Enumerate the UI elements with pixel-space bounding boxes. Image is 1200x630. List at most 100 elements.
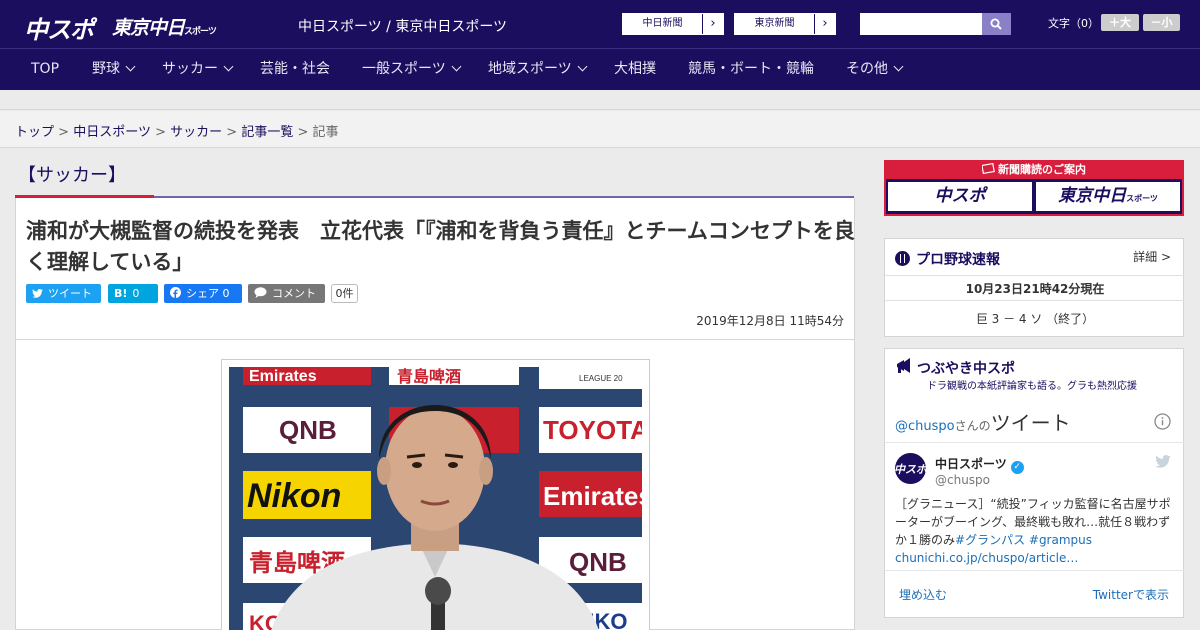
info-icon[interactable] [1154, 413, 1171, 430]
twitter-handle-link[interactable]: @chuspo [895, 419, 955, 434]
article-date: 2019年12月8日 11時54分 [696, 314, 844, 328]
hatena-bookmark-button[interactable]: B! 0 [108, 284, 158, 303]
backdrop-text: 青島啤酒 [397, 367, 461, 386]
nav-item-baseball[interactable]: 野球 [92, 49, 136, 91]
search-button[interactable] [982, 13, 1011, 35]
nav-item-label: 一般スポーツ [362, 61, 446, 77]
tokyo-shimbun-label: 東京新聞 [735, 14, 815, 34]
nav-item-label: 大相撲 [614, 61, 656, 77]
tokyo-shimbun-link[interactable]: 東京新聞 › [734, 13, 836, 35]
subscribe-tokyo-chunichi-small: スポーツ [1126, 194, 1158, 203]
twitter-widget-title: つぶやき中スポ [917, 361, 1015, 377]
divider [885, 275, 1185, 276]
chevron-down-icon [223, 61, 234, 72]
avatar-text: 中スポ [895, 463, 926, 476]
account-handle[interactable]: @chuspo [935, 473, 990, 487]
embed-link[interactable]: 埋め込む [899, 586, 947, 603]
subscription-promo-label: 新聞購読のご案内 [998, 163, 1086, 176]
tokyo-chunichi-logo-small: スポーツ [184, 27, 217, 37]
hatena-count: 0 [132, 287, 140, 300]
nav-item-label: 芸能・社会 [260, 61, 330, 77]
backdrop-text: Nikon [247, 477, 341, 515]
press-conference-photo: Emirates QNB Nikon 青島啤酒 KO 青島啤酒 TOYOTA E… [229, 367, 642, 630]
account-name-text: 中日スポーツ [935, 457, 1007, 471]
breadcrumb-separator: > [297, 125, 309, 140]
chunichi-shimbun-link[interactable]: 中日新聞 › [622, 13, 724, 35]
nav-item-top[interactable]: TOP [31, 49, 59, 91]
breadcrumb-separator: > [58, 125, 70, 140]
chevron-down-icon [125, 61, 136, 72]
baseball-timestamp: 10月23日21時42分現在 [965, 282, 1105, 296]
twitter-bird-icon [32, 284, 43, 303]
twitter-timeline-word: ツイート [990, 411, 1071, 435]
comment-button[interactable]: コメント [248, 284, 325, 303]
twitter-handle-suffix: さんの [954, 419, 991, 433]
breadcrumb-separator: > [155, 125, 166, 140]
subscription-promo: 新聞購読のご案内 中スポ 東京中日スポーツ [884, 160, 1184, 216]
divider [16, 339, 854, 340]
newspaper-icon [981, 162, 995, 175]
article-photo[interactable]: Emirates QNB Nikon 青島啤酒 KO 青島啤酒 TOYOTA E… [229, 367, 642, 630]
chunichi-shimbun-label: 中日新聞 [623, 14, 703, 34]
hatena-bookmark-icon: B! [114, 287, 128, 300]
tweet-url[interactable]: chunichi.co.jp/chuspo/article… [895, 551, 1078, 565]
nav-item-label: 競馬・ボート・競輪 [688, 61, 814, 77]
nav-item-other[interactable]: その他 [846, 49, 904, 91]
tweet-text: ［グラニュース］“続投”フィッカ監督に名古屋サポーターがブーイング、最終戦も敗れ… [895, 495, 1177, 567]
twitter-widget: つぶやき中スポ ドラ観戦の本紙評論家も語る。グラも熱烈応援 @chuspoさんの… [884, 348, 1185, 618]
breadcrumb-link-top[interactable]: トップ [15, 125, 54, 140]
chevron-right-icon: › [710, 16, 716, 31]
search-icon [990, 18, 1002, 30]
breadcrumb-link-chunichi-sports[interactable]: 中日スポーツ [73, 125, 151, 140]
facebook-icon [170, 284, 181, 303]
view-on-twitter-link[interactable]: Twitterで表示 [1093, 586, 1169, 603]
article: 浦和が大槻監督の続投を発表 立花代表「『浦和を背負う責任』とチームコンセプトを良… [15, 198, 855, 630]
subscribe-chuspo-button[interactable]: 中スポ [888, 182, 1032, 211]
divider [885, 570, 1185, 571]
ad-band [0, 90, 1200, 110]
divider [885, 442, 1185, 443]
site-name: 中日スポーツ / 東京中日スポーツ [298, 19, 508, 35]
nav-item-label: サッカー [162, 61, 218, 77]
megaphone-icon [897, 358, 910, 373]
baseball-detail-link[interactable]: 詳細 > [1133, 248, 1171, 265]
backdrop-text: Emirates [543, 481, 642, 511]
top-header: 中スポ 東京中日スポーツ 中日スポーツ / 東京中日スポーツ 中日新聞 › 東京… [0, 0, 1200, 48]
breadcrumb-link-article-list[interactable]: 記事一覧 [241, 125, 293, 140]
facebook-share-button[interactable]: シェア 0 [164, 284, 242, 303]
nav-item-entertainment[interactable]: 芸能・社会 [260, 49, 330, 91]
baseball-score-row[interactable]: 巨 3 － 4 ソ （終了） [885, 310, 1185, 327]
backdrop-text: QNB [569, 547, 627, 577]
tweet-button[interactable]: ツイート [26, 284, 101, 303]
font-bigger-button[interactable]: ＋大 [1101, 14, 1139, 31]
nav-item-label: 地域スポーツ [488, 61, 572, 77]
nav-item-label: 野球 [92, 61, 120, 77]
breadcrumb-link-soccer[interactable]: サッカー [170, 125, 222, 140]
baseball-scores-title: プロ野球速報 [916, 252, 1000, 268]
subscribe-chuspo-label: 中スポ [934, 186, 986, 206]
tweet-hashtags[interactable]: #グランパス #grampus [955, 533, 1092, 547]
baseball-icon [895, 251, 910, 266]
nav-item-label: その他 [846, 61, 888, 77]
facebook-share-label: シェア 0 [186, 287, 230, 300]
baseball-scores-widget: プロ野球速報 詳細 > 10月23日21時42分現在 巨 3 － 4 ソ （終了… [884, 238, 1185, 337]
nav-item-sumo[interactable]: 大相撲 [614, 49, 656, 91]
search-input[interactable] [860, 13, 982, 35]
tokyo-chunichi-logo[interactable]: 東京中日スポーツ [112, 13, 217, 40]
subscribe-tokyo-chunichi-button[interactable]: 東京中日スポーツ [1036, 182, 1180, 211]
divider [885, 300, 1185, 301]
speech-bubble-icon [254, 284, 267, 303]
chevron-down-icon [451, 61, 462, 72]
nav-item-racing[interactable]: 競馬・ボート・競輪 [688, 49, 814, 91]
twitter-timeline-header: @chuspoさんのツイート [895, 407, 1071, 436]
nav-item-regional-sports[interactable]: 地域スポーツ [488, 49, 588, 91]
nav-item-soccer[interactable]: サッカー [162, 49, 234, 91]
main-nav: TOP 野球 サッカー 芸能・社会 一般スポーツ 地域スポーツ 大相撲 競馬・ボ… [0, 48, 1200, 90]
account-avatar[interactable]: 中スポ [895, 453, 926, 484]
font-smaller-button[interactable]: －小 [1143, 14, 1180, 31]
account-name[interactable]: 中日スポーツ ✓ [935, 455, 1024, 474]
nav-item-general-sports[interactable]: 一般スポーツ [362, 49, 462, 91]
chuspo-logo[interactable]: 中スポ [24, 10, 94, 45]
twitter-bird-icon [1155, 455, 1171, 468]
subscription-promo-header: 新聞購読のご案内 [884, 160, 1184, 179]
